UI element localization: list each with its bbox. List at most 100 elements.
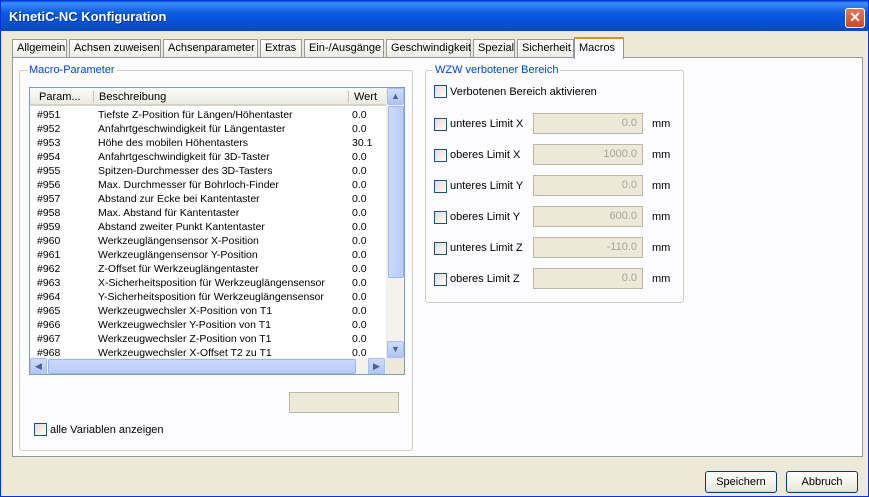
cell-param: #961 <box>37 249 61 261</box>
unit-label: mm <box>652 273 671 285</box>
cancel-button[interactable]: Abbruch <box>786 471 858 493</box>
upper-limit-x-field[interactable]: 1000.0 <box>533 144 643 165</box>
cell-value: 0.0 <box>352 207 367 219</box>
tab-sicherheit[interactable]: Sicherheit <box>517 39 574 58</box>
column-header-description[interactable]: Beschreibung <box>99 91 166 103</box>
table-row[interactable]: #966 Werkzeugwechsler Y-Position von T1 0.… <box>30 318 386 332</box>
tab-achsenparameter[interactable]: Achsenparameter <box>163 39 258 58</box>
cell-param: #958 <box>37 207 61 219</box>
upper-limit-z-checkbox[interactable] <box>434 273 447 286</box>
value-edit-field[interactable] <box>289 392 399 413</box>
unit-label: mm <box>652 242 671 254</box>
vertical-scroll-thumb[interactable] <box>388 106 404 278</box>
cell-value: 30.1 <box>352 137 373 149</box>
cell-description: X-Sicherheitsposition für Werkzeuglängen… <box>98 277 325 289</box>
tab-achsen-zuweisen[interactable]: Achsen zuweisen <box>69 39 161 58</box>
upper-limit-z-label: oberes Limit Z <box>450 273 520 285</box>
horizontal-scrollbar[interactable]: ◀ ▶ <box>30 358 386 374</box>
table-row[interactable]: #958 Max. Abstand für Kantentaster 0.0 <box>30 206 386 220</box>
table-row[interactable]: #951 Tiefste Z-Position für Längen/Höhent… <box>30 108 386 122</box>
show-all-variables-label: alle Variablen anzeigen <box>50 424 164 436</box>
tab-extras[interactable]: Extras <box>260 39 302 58</box>
cell-value: 0.0 <box>352 305 367 317</box>
lower-limit-y-label: unteres Limit Y <box>450 180 524 192</box>
scroll-left-icon[interactable]: ◀ <box>30 358 47 374</box>
cell-param: #951 <box>37 109 61 121</box>
tab-macros[interactable]: Macros <box>574 37 624 59</box>
scrollbar-corner <box>386 358 404 374</box>
cell-param: #960 <box>37 235 61 247</box>
lower-limit-y-field[interactable]: 0.0 <box>533 175 643 196</box>
cell-value: 0.0 <box>352 109 367 121</box>
upper-limit-z-field[interactable]: 0.0 <box>533 268 643 289</box>
cell-param: #962 <box>37 263 61 275</box>
cell-description: Abstand zweiter Punkt Kantentaster <box>98 221 265 233</box>
cell-param: #964 <box>37 291 61 303</box>
cell-description: Werkzeuglängensensor X-Position <box>98 235 259 247</box>
lower-limit-x-label: unteres Limit X <box>450 118 524 130</box>
cell-description: Anfahrtgeschwindigkeit für Längentaster <box>98 123 286 135</box>
table-row[interactable]: #963 X-Sicherheitsposition für Werkzeuglä… <box>30 276 386 290</box>
save-button[interactable]: Speichern <box>705 471 777 493</box>
lower-limit-y-checkbox[interactable] <box>434 180 447 193</box>
lower-limit-z-field[interactable]: -110.0 <box>533 237 643 258</box>
table-row[interactable]: #956 Max. Durchmesser für Bohrloch-Finder… <box>30 178 386 192</box>
upper-limit-y-label: oberes Limit Y <box>450 211 521 223</box>
upper-limit-x-checkbox[interactable] <box>434 149 447 162</box>
table-row[interactable]: #960 Werkzeuglängensensor X-Position 0.0 <box>30 234 386 248</box>
column-header-value[interactable]: Wert <box>354 91 377 103</box>
upper-limit-y-checkbox[interactable] <box>434 211 447 224</box>
table-row[interactable]: #965 Werkzeugwechsler X-Position von T1 0.… <box>30 304 386 318</box>
list-header: Param... Beschreibung Wert <box>30 88 386 106</box>
list-rows: #951 Tiefste Z-Position für Längen/Höhent… <box>30 108 386 360</box>
cell-param: #967 <box>37 333 61 345</box>
vertical-scrollbar[interactable]: ▲ ▼ <box>386 88 404 358</box>
column-separator[interactable] <box>348 91 349 103</box>
cell-description: Tiefste Z-Position für Längen/Höhentaste… <box>98 109 293 121</box>
show-all-variables-checkbox[interactable] <box>34 423 47 436</box>
title-bar[interactable]: KinetiC-NC Konfiguration ✕ <box>1 1 868 31</box>
table-row[interactable]: #959 Abstand zweiter Punkt Kantentaster 0.… <box>30 220 386 234</box>
column-separator[interactable] <box>93 91 94 103</box>
table-row[interactable]: #953 Höhe des mobilen Höhentasters 30.1 <box>30 136 386 150</box>
activate-forbidden-area-label: Verbotenen Bereich aktivieren <box>450 86 597 98</box>
lower-limit-z-checkbox[interactable] <box>434 242 447 255</box>
cell-description: Z-Offset für Werkzeuglängentaster <box>98 263 259 275</box>
macro-list[interactable]: Param... Beschreibung Wert #951 Tiefste Z… <box>29 87 405 375</box>
table-row[interactable]: #954 Anfahrtgeschwindigkeit für 3D-Taster… <box>30 150 386 164</box>
tab-geschwindigkeit[interactable]: Geschwindigkeit <box>386 39 471 58</box>
table-row[interactable]: #952 Anfahrtgeschwindigkeit für Längentas… <box>30 122 386 136</box>
unit-label: mm <box>652 118 671 130</box>
cell-description: Werkzeugwechsler Y-Position von T1 <box>98 319 271 331</box>
lower-limit-x-field[interactable]: 0.0 <box>533 113 643 134</box>
cell-description: Höhe des mobilen Höhentasters <box>98 137 249 149</box>
cell-description: Y-Sicherheitsposition für Werkzeuglängen… <box>98 291 324 303</box>
window-title: KinetiC-NC Konfiguration <box>9 9 167 24</box>
table-row[interactable]: #964 Y-Sicherheitsposition für Werkzeuglä… <box>30 290 386 304</box>
table-row[interactable]: #955 Spitzen-Durchmesser des 3D-Tasters 0.… <box>30 164 386 178</box>
close-icon[interactable]: ✕ <box>845 8 865 28</box>
column-header-param[interactable]: Param... <box>39 91 81 103</box>
horizontal-scroll-thumb[interactable] <box>48 359 356 374</box>
scroll-down-icon[interactable]: ▼ <box>387 341 404 358</box>
cell-param: #959 <box>37 221 61 233</box>
table-row[interactable]: #962 Z-Offset für Werkzeuglängentaster 0.0 <box>30 262 386 276</box>
tab-ein-ausgaenge[interactable]: Ein-/Ausgänge <box>304 39 384 58</box>
activate-forbidden-area-checkbox[interactable] <box>434 85 447 98</box>
lower-limit-x-checkbox[interactable] <box>434 118 447 131</box>
cell-description: Werkzeugwechsler X-Position von T1 <box>98 305 273 317</box>
cell-value: 0.0 <box>352 235 367 247</box>
scroll-up-icon[interactable]: ▲ <box>387 88 404 105</box>
scroll-right-icon[interactable]: ▶ <box>368 358 385 374</box>
tab-allgemein[interactable]: Allgemein <box>12 39 67 58</box>
cell-value: 0.0 <box>352 319 367 331</box>
table-row[interactable]: #967 Werkzeugwechsler Z-Position von T1 0.… <box>30 332 386 346</box>
upper-limit-y-field[interactable]: 600.0 <box>533 206 643 227</box>
tab-spezial[interactable]: Spezial <box>473 39 515 58</box>
table-row[interactable]: #957 Abstand zur Ecke bei Kantentaster 0.0 <box>30 192 386 206</box>
cell-value: 0.0 <box>352 277 367 289</box>
unit-label: mm <box>652 180 671 192</box>
table-row[interactable]: #961 Werkzeuglängensensor Y-Position 0.0 <box>30 248 386 262</box>
cell-param: #952 <box>37 123 61 135</box>
config-window: KinetiC-NC Konfiguration ✕ Allgemein Ach… <box>0 0 869 497</box>
